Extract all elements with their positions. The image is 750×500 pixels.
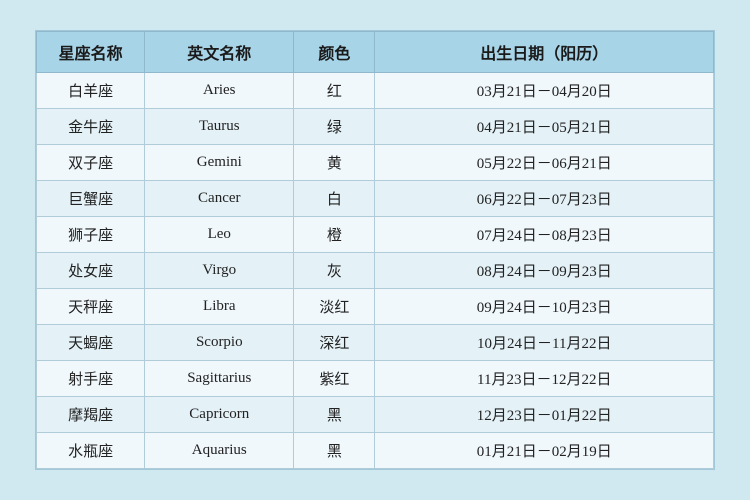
cell-english: Virgo	[145, 253, 294, 289]
cell-color: 黄	[294, 145, 375, 181]
header-color: 颜色	[294, 32, 375, 73]
table-body: 白羊座Aries红03月21日－04月20日金牛座Taurus绿04月21日－0…	[37, 73, 714, 469]
cell-date: 10月24日－11月22日	[375, 325, 714, 361]
table-header-row: 星座名称 英文名称 颜色 出生日期（阳历）	[37, 32, 714, 73]
cell-color: 灰	[294, 253, 375, 289]
cell-date: 11月23日－12月22日	[375, 361, 714, 397]
table-row: 狮子座Leo橙07月24日－08月23日	[37, 217, 714, 253]
cell-color: 深红	[294, 325, 375, 361]
header-date: 出生日期（阳历）	[375, 32, 714, 73]
cell-english: Sagittarius	[145, 361, 294, 397]
cell-color: 紫红	[294, 361, 375, 397]
cell-english: Capricorn	[145, 397, 294, 433]
cell-english: Aquarius	[145, 433, 294, 469]
cell-chinese: 天秤座	[37, 289, 145, 325]
cell-english: Leo	[145, 217, 294, 253]
cell-english: Libra	[145, 289, 294, 325]
cell-color: 橙	[294, 217, 375, 253]
cell-chinese: 双子座	[37, 145, 145, 181]
cell-chinese: 天蝎座	[37, 325, 145, 361]
cell-date: 12月23日－01月22日	[375, 397, 714, 433]
cell-english: Cancer	[145, 181, 294, 217]
cell-chinese: 金牛座	[37, 109, 145, 145]
table-row: 射手座Sagittarius紫红11月23日－12月22日	[37, 361, 714, 397]
table-row: 天蝎座Scorpio深红10月24日－11月22日	[37, 325, 714, 361]
cell-chinese: 处女座	[37, 253, 145, 289]
table-row: 白羊座Aries红03月21日－04月20日	[37, 73, 714, 109]
cell-chinese: 白羊座	[37, 73, 145, 109]
cell-english: Aries	[145, 73, 294, 109]
header-english: 英文名称	[145, 32, 294, 73]
cell-date: 05月22日－06月21日	[375, 145, 714, 181]
table-row: 金牛座Taurus绿04月21日－05月21日	[37, 109, 714, 145]
cell-date: 04月21日－05月21日	[375, 109, 714, 145]
table-row: 巨蟹座Cancer白06月22日－07月23日	[37, 181, 714, 217]
cell-color: 黑	[294, 397, 375, 433]
cell-chinese: 狮子座	[37, 217, 145, 253]
cell-color: 黑	[294, 433, 375, 469]
zodiac-table: 星座名称 英文名称 颜色 出生日期（阳历） 白羊座Aries红03月21日－04…	[36, 31, 714, 469]
cell-date: 01月21日－02月19日	[375, 433, 714, 469]
table-row: 天秤座Libra淡红09月24日－10月23日	[37, 289, 714, 325]
cell-chinese: 摩羯座	[37, 397, 145, 433]
cell-english: Gemini	[145, 145, 294, 181]
cell-date: 06月22日－07月23日	[375, 181, 714, 217]
cell-english: Scorpio	[145, 325, 294, 361]
cell-date: 09月24日－10月23日	[375, 289, 714, 325]
cell-date: 03月21日－04月20日	[375, 73, 714, 109]
table-row: 水瓶座Aquarius黑01月21日－02月19日	[37, 433, 714, 469]
cell-date: 07月24日－08月23日	[375, 217, 714, 253]
header-chinese: 星座名称	[37, 32, 145, 73]
table-row: 双子座Gemini黄05月22日－06月21日	[37, 145, 714, 181]
cell-color: 绿	[294, 109, 375, 145]
table-row: 摩羯座Capricorn黑12月23日－01月22日	[37, 397, 714, 433]
cell-english: Taurus	[145, 109, 294, 145]
cell-chinese: 水瓶座	[37, 433, 145, 469]
zodiac-table-container: 星座名称 英文名称 颜色 出生日期（阳历） 白羊座Aries红03月21日－04…	[35, 30, 715, 470]
cell-color: 白	[294, 181, 375, 217]
cell-chinese: 巨蟹座	[37, 181, 145, 217]
cell-color: 红	[294, 73, 375, 109]
cell-color: 淡红	[294, 289, 375, 325]
table-row: 处女座Virgo灰08月24日－09月23日	[37, 253, 714, 289]
cell-chinese: 射手座	[37, 361, 145, 397]
cell-date: 08月24日－09月23日	[375, 253, 714, 289]
